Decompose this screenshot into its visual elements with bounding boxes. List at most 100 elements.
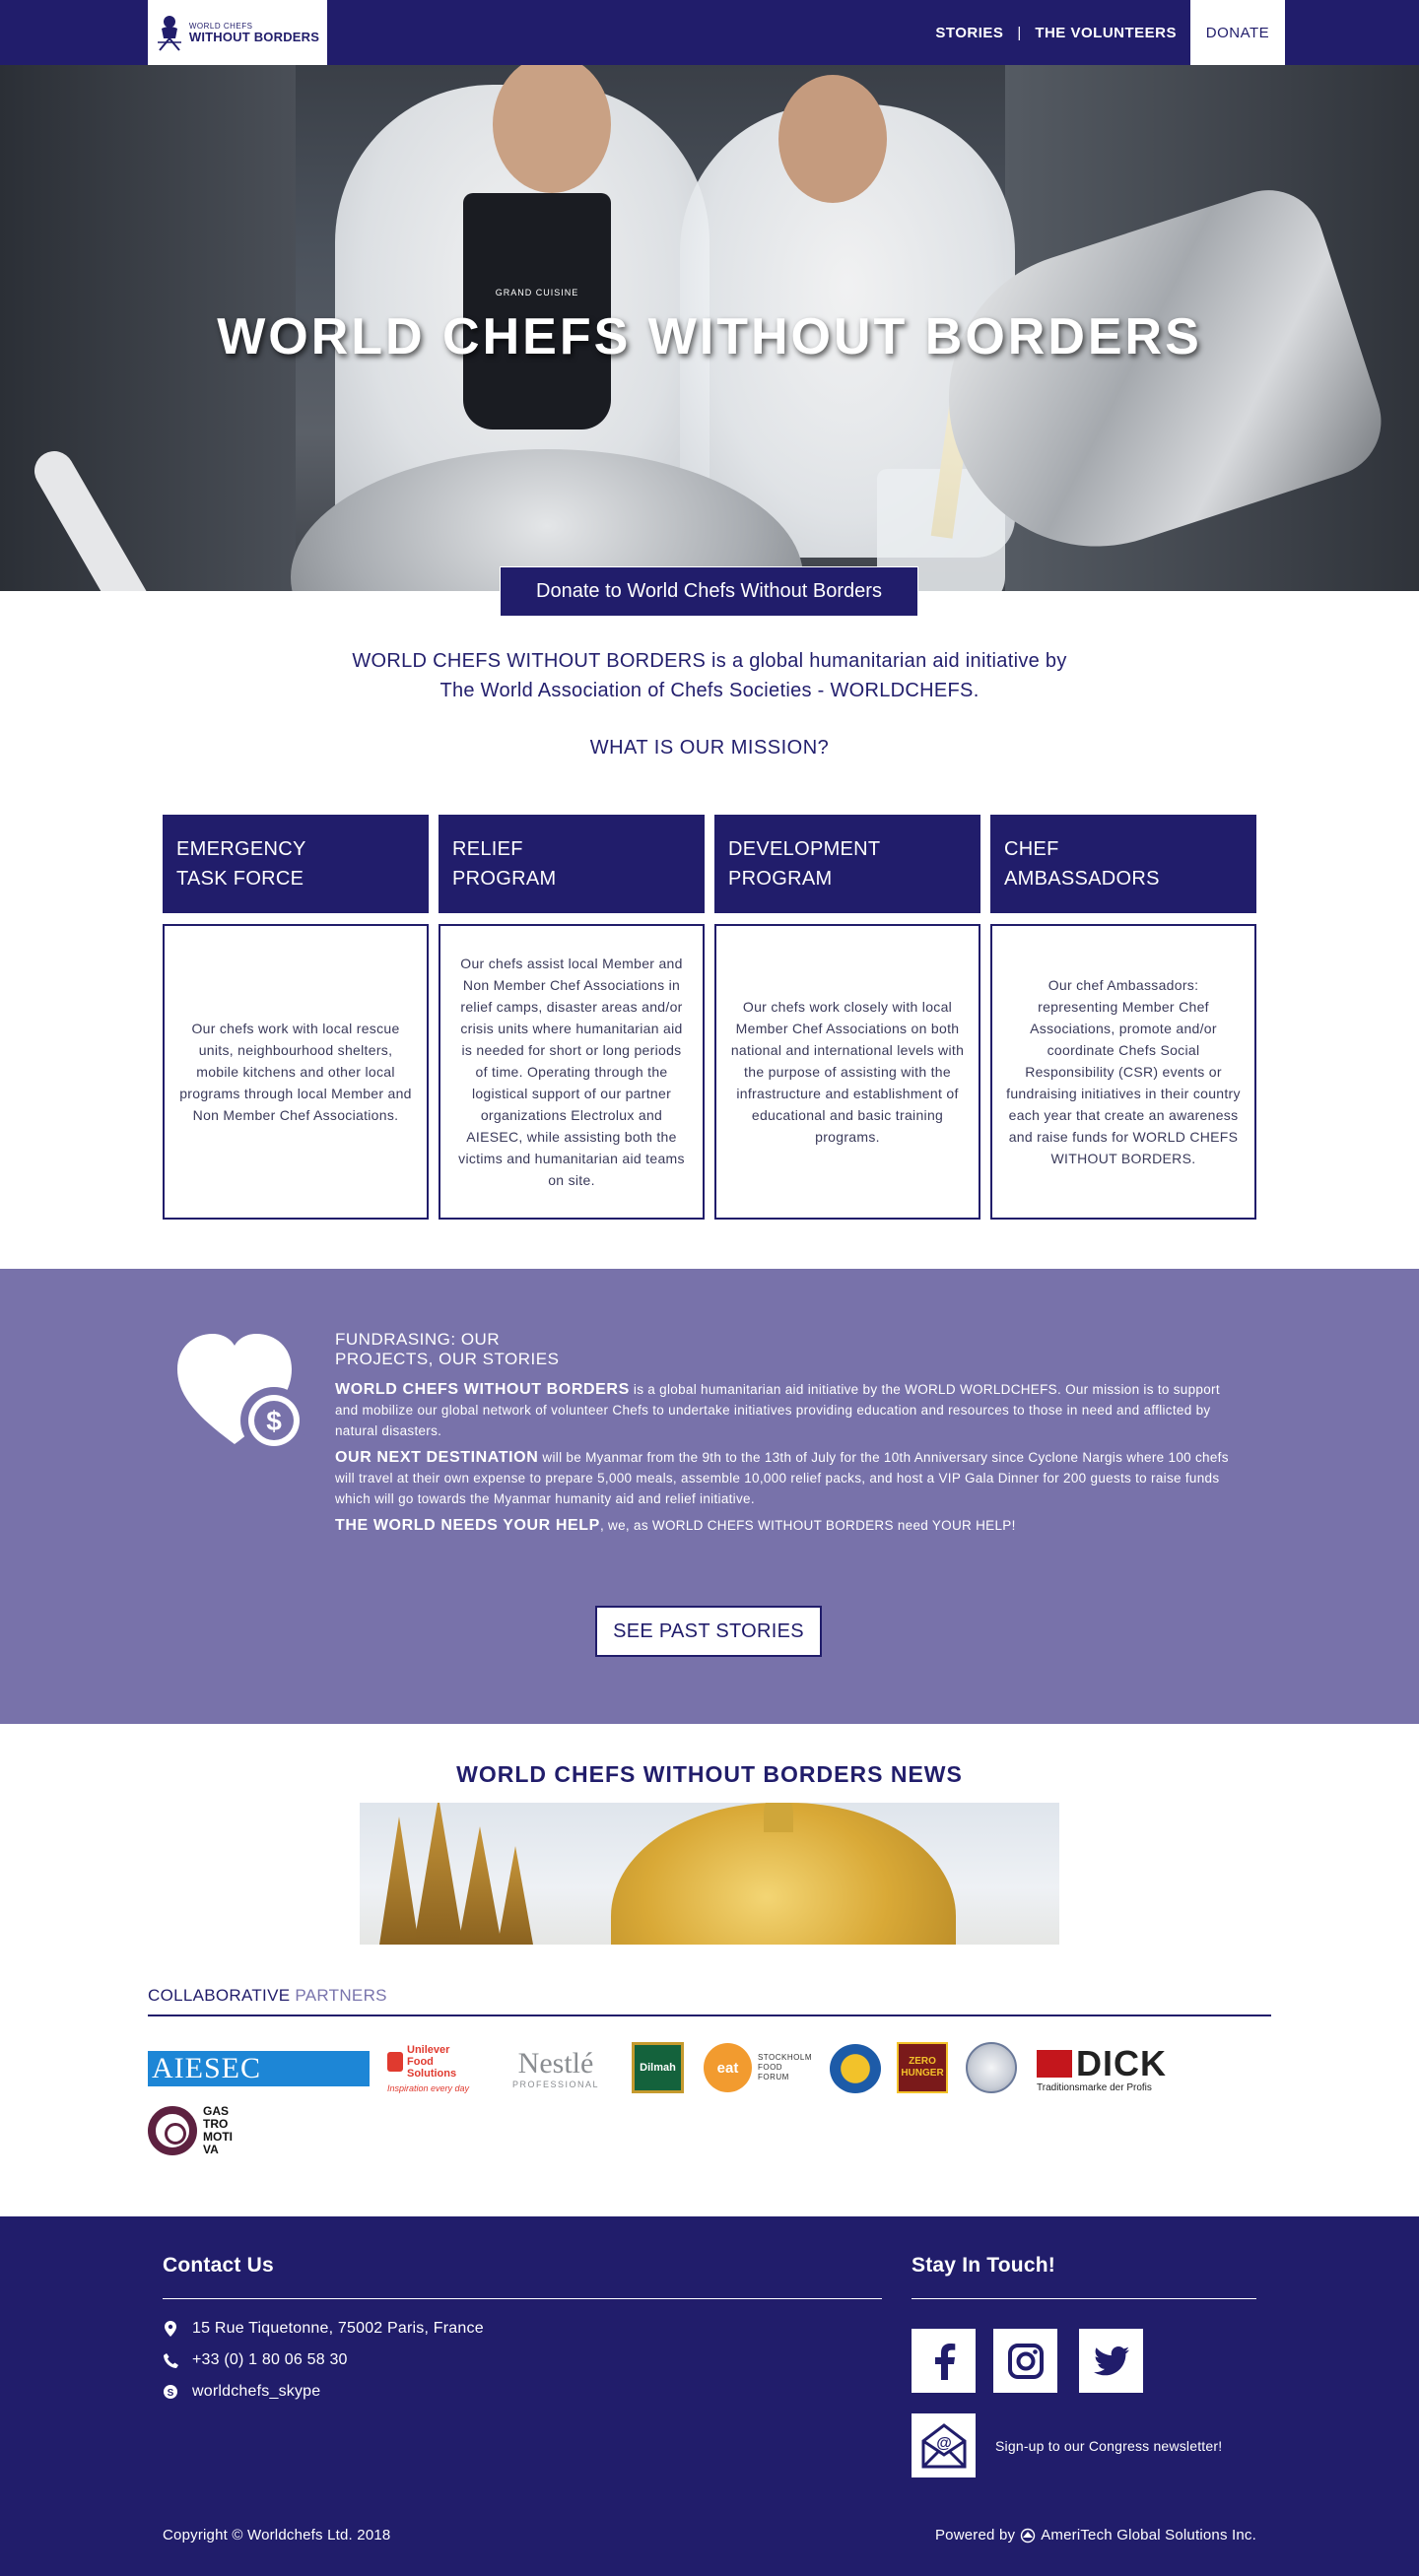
powered-by-prefix: Powered by xyxy=(934,2527,1016,2543)
program-card-text: Our chef Ambassadors: representing Membe… xyxy=(1006,977,1241,1166)
nav-link-volunteers[interactable]: THE VOLUNTEERS xyxy=(1021,25,1190,41)
skype-text: worldchefs_skype xyxy=(192,2383,321,2400)
logo-text: WORLD CHEFS WITHOUT BORDERS xyxy=(188,22,320,44)
program-card-text: Our chefs work with local rescue units, … xyxy=(179,1021,412,1123)
partner-logo-dilmah[interactable]: Dilmah xyxy=(632,2042,684,2093)
contact-phone[interactable]: +33 (0) 1 80 06 58 30 xyxy=(163,2351,348,2369)
fundraising-bold-2: OUR NEXT DESTINATION xyxy=(335,1449,539,1466)
ameritech-logo-icon xyxy=(1020,2528,1036,2543)
news-image-stupa-tip xyxy=(764,1803,793,1832)
contact-skype[interactable]: S worldchefs_skype xyxy=(163,2383,320,2401)
unilever-row: Unilever Food Solutions xyxy=(387,2044,456,2080)
partner-logo-nestle[interactable]: Nestlé PROFESSIONAL xyxy=(500,2041,612,2096)
facebook-button[interactable] xyxy=(912,2329,976,2393)
news-image-spire xyxy=(414,1803,463,1945)
aiesec-name: AIESEC xyxy=(152,2052,261,2084)
dick-name: DICK xyxy=(1076,2042,1167,2083)
news-image-spire xyxy=(498,1846,533,1945)
partners-heading: COLLABORATIVE PARTNERS xyxy=(148,1986,387,2006)
contact-address: 15 Rue Tiquetonne, 75002 Paris, France xyxy=(163,2320,484,2338)
stay-in-touch-divider xyxy=(912,2298,1256,2299)
unilever-tagline: Inspiration every day xyxy=(387,2083,470,2093)
fundraising-section: $ FUNDRASING: OUR PROJECTS, OUR STORIES … xyxy=(0,1269,1419,1724)
twitter-icon xyxy=(1093,2345,1129,2375)
partners-heading-1: COLLABORATIVE xyxy=(148,1986,291,2005)
newsletter-link[interactable]: Sign-up to our Congress newsletter! xyxy=(995,2438,1222,2454)
partner-logo-dick[interactable]: DICK Traditionsmarke der Profis xyxy=(1037,2042,1184,2097)
twitter-button[interactable] xyxy=(1079,2329,1143,2393)
powered-by: Powered by AmeriTech Global Solutions In… xyxy=(935,2527,1256,2543)
news-heading: WORLD CHEFS WITHOUT BORDERS NEWS xyxy=(456,1761,963,1787)
hero-chef-right-head xyxy=(778,75,887,203)
news-image[interactable] xyxy=(360,1803,1059,1945)
map-marker-icon xyxy=(163,2321,178,2337)
mission-heading: WHAT IS OUR MISSION? xyxy=(589,737,830,759)
nav-link-stories[interactable]: STORIES xyxy=(921,25,1017,41)
news-image-spire xyxy=(458,1826,502,1945)
program-card-relief: RELIEF PROGRAM Our chefs assist local Me… xyxy=(439,815,705,1220)
program-card-text-box: Our chefs work with local rescue units, … xyxy=(163,924,429,1220)
fundraising-heading: FUNDRASING: OUR PROJECTS, OUR STORIES xyxy=(335,1330,560,1368)
program-card-ambassadors: CHEF AMBASSADORS Our chef Ambassadors: r… xyxy=(990,815,1256,1220)
donate-button[interactable]: Donate to World Chefs Without Borders xyxy=(500,566,918,617)
program-cards: EMERGENCY TASK FORCE Our chefs work with… xyxy=(163,815,1256,1220)
program-card-title: EMERGENCY TASK FORCE xyxy=(163,815,429,913)
powered-by-name[interactable]: AmeriTech Global Solutions Inc. xyxy=(1041,2527,1256,2543)
fundraising-paragraph-3: THE WORLD NEEDS YOUR HELP, we, as WORLD … xyxy=(335,1515,1244,1536)
partner-logo-aiesec[interactable]: AIESEC xyxy=(148,2051,370,2086)
apron-text: GRAND CUISINE xyxy=(495,288,579,297)
program-card-title: CHEF AMBASSADORS xyxy=(990,815,1256,913)
dick-sub: Traditionsmarke der Profis xyxy=(1037,2081,1152,2093)
partners-heading-2: PARTNERS xyxy=(290,1986,387,2005)
program-card-text: Our chefs assist local Member and Non Me… xyxy=(458,956,685,1188)
fundraising-paragraph-1: WORLD CHEFS WITHOUT BORDERS is a global … xyxy=(335,1379,1244,1441)
fundraising-bold-3: THE WORLD NEEDS YOUR HELP xyxy=(335,1517,600,1534)
partner-logo-badge[interactable] xyxy=(830,2044,881,2093)
skype-icon: S xyxy=(163,2384,178,2400)
eat-circle: eat xyxy=(704,2043,752,2092)
heart-dollar-icon: $ xyxy=(177,1334,307,1454)
news-image-spire xyxy=(379,1816,419,1945)
partner-logo-medal[interactable] xyxy=(966,2042,1017,2093)
dick-row: DICK xyxy=(1037,2042,1167,2083)
svg-text:$: $ xyxy=(266,1406,282,1436)
instagram-icon xyxy=(1007,2343,1044,2379)
program-card-text-box: Our chef Ambassadors: representing Membe… xyxy=(990,924,1256,1220)
program-card-text: Our chefs work closely with local Member… xyxy=(730,999,965,1145)
nav-donate-button[interactable]: DONATE xyxy=(1190,0,1285,65)
program-card-title: DEVELOPMENT PROGRAM xyxy=(714,815,980,913)
hero-banner: GRAND CUISINE WORLD CHEFS WITHOUT BORDER… xyxy=(0,65,1419,591)
svg-text:@: @ xyxy=(936,2435,952,2452)
see-past-stories-button[interactable]: SEE PAST STORIES xyxy=(595,1606,822,1657)
partners-divider xyxy=(148,2015,1271,2016)
program-card-emergency: EMERGENCY TASK FORCE Our chefs work with… xyxy=(163,815,429,1220)
top-nav: WORLD CHEFS WITHOUT BORDERS STORIES | TH… xyxy=(0,0,1419,65)
gastro-text: GAS TRO MOTI VA xyxy=(203,2104,233,2156)
contact-divider xyxy=(163,2298,882,2299)
partner-logo-zero-hunger[interactable]: ZERO HUNGER xyxy=(897,2042,948,2093)
phone-text: +33 (0) 1 80 06 58 30 xyxy=(192,2351,348,2368)
zero-hunger-name: ZERO HUNGER xyxy=(901,2056,944,2079)
logo-big-text: WITHOUT BORDERS xyxy=(188,29,320,44)
dick-flag-icon xyxy=(1037,2049,1072,2078)
partner-logo-unilever[interactable]: Unilever Food Solutions Inspiration ever… xyxy=(387,2041,486,2096)
gastro-ring-icon xyxy=(148,2106,197,2155)
partner-logo-eat[interactable]: eat STOCKHOLM FOOD FORUM xyxy=(704,2042,812,2093)
partner-logo-gastromotiva[interactable]: GAS TRO MOTI VA xyxy=(148,2103,246,2158)
nestle-sub: PROFESSIONAL xyxy=(511,2080,600,2089)
unilever-name: Unilever Food Solutions xyxy=(407,2044,457,2080)
fundraising-bold-1: WORLD CHEFS WITHOUT BORDERS xyxy=(335,1381,630,1398)
copyright-text: Copyright © Worldchefs Ltd. 2018 xyxy=(163,2527,391,2543)
program-card-text-box: Our chefs assist local Member and Non Me… xyxy=(439,924,705,1220)
intro-text: WORLD CHEFS WITHOUT BORDERS is a global … xyxy=(315,646,1104,705)
program-card-development: DEVELOPMENT PROGRAM Our chefs work close… xyxy=(714,815,980,1220)
facebook-icon xyxy=(934,2343,955,2380)
fundraising-text-3: , we, as WORLD CHEFS WITHOUT BORDERS nee… xyxy=(599,1518,1016,1533)
phone-icon xyxy=(163,2352,178,2368)
instagram-button[interactable] xyxy=(993,2329,1057,2393)
nestle-name: Nestlé xyxy=(517,2047,594,2080)
newsletter-button[interactable]: @ xyxy=(912,2413,976,2477)
unilever-mark-icon xyxy=(387,2052,403,2072)
site-logo[interactable]: WORLD CHEFS WITHOUT BORDERS xyxy=(148,0,327,65)
hero-title: WORLD CHEFS WITHOUT BORDERS xyxy=(217,308,1202,365)
